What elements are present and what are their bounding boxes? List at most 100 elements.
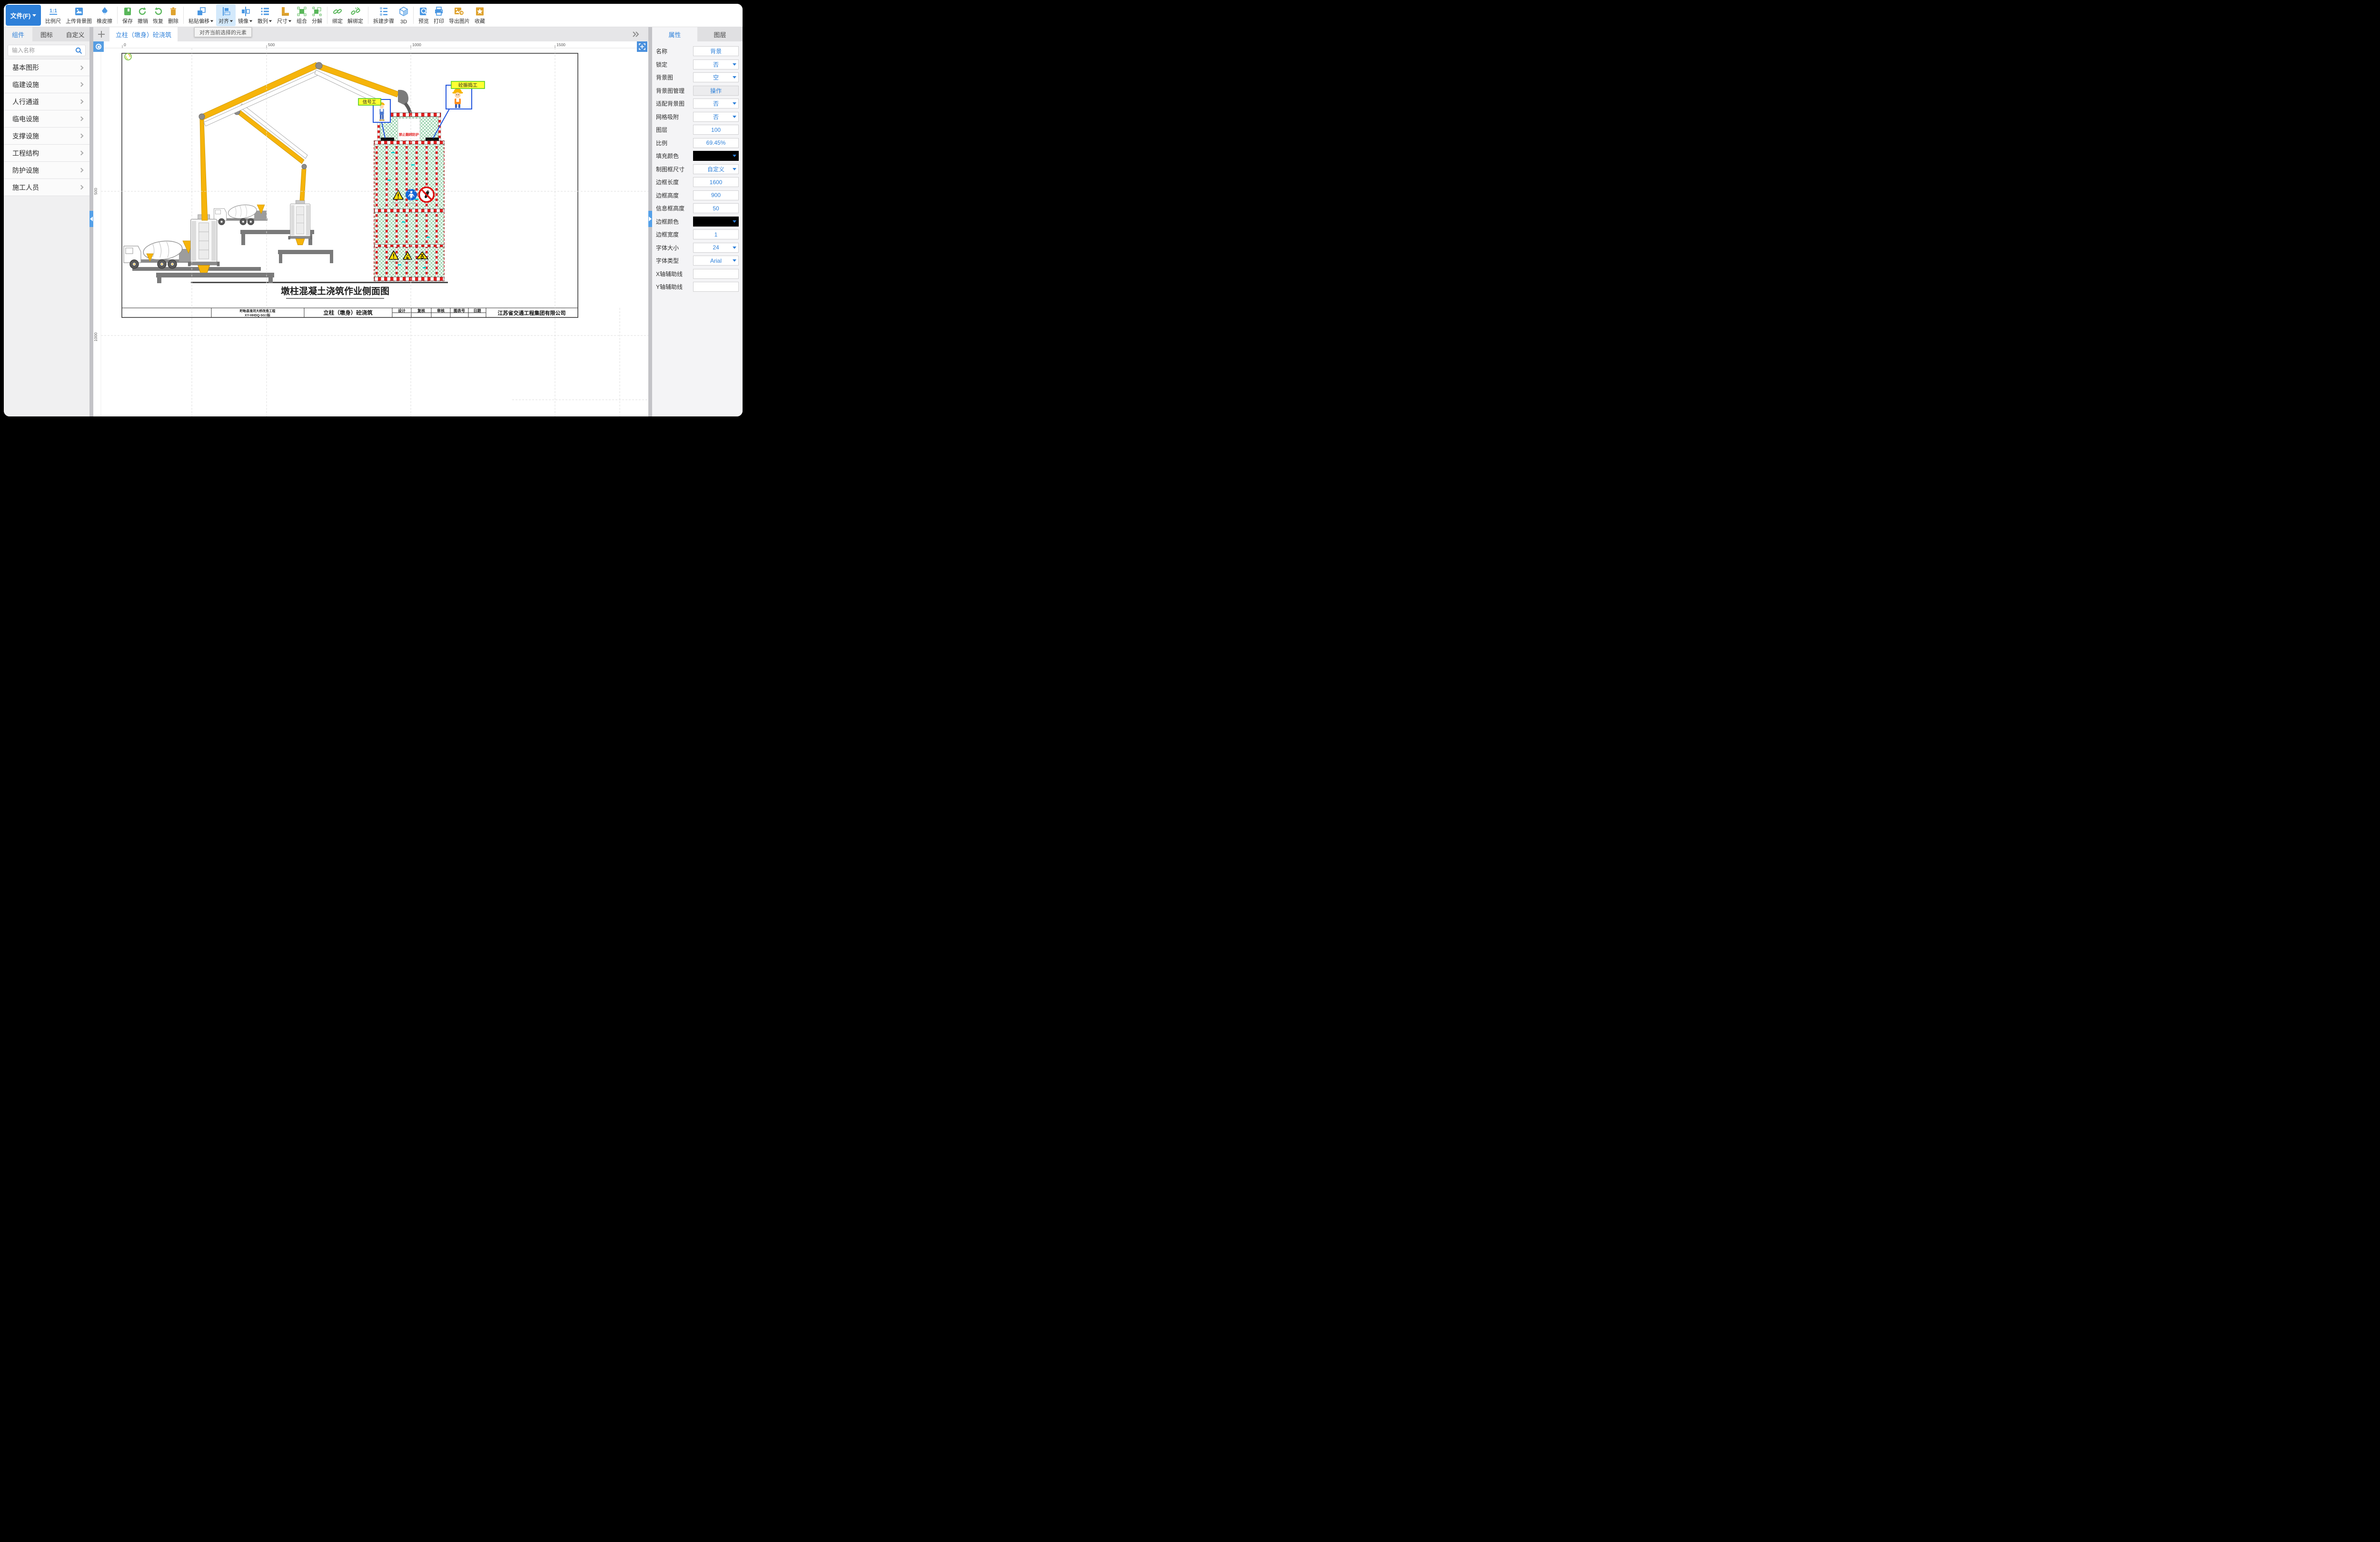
drawing-sheet[interactable] <box>122 53 578 317</box>
prop-label: 边框高度 <box>656 191 693 199</box>
prop-row-scale: 比例 <box>656 138 739 148</box>
collapse-right-panel-handle[interactable] <box>648 211 652 227</box>
toolbar-item-dimension[interactable]: 尺寸 <box>275 4 294 26</box>
info-height-field[interactable] <box>693 203 739 213</box>
category-label: 临建设施 <box>12 80 39 89</box>
border-height-field[interactable] <box>693 190 739 200</box>
sidebar-item-basic-shapes[interactable]: 基本图形 <box>4 59 89 76</box>
toolbar-item-eraser[interactable]: 橡皮擦 <box>94 4 115 26</box>
lock-select[interactable]: 否 <box>693 59 739 69</box>
layer-field[interactable] <box>693 125 739 135</box>
toolbar-item-delete[interactable]: 删除 <box>166 4 181 26</box>
toolbar-item-bind[interactable]: 绑定 <box>330 4 345 26</box>
background-image-select[interactable]: 空 <box>693 72 739 82</box>
tab-layers[interactable]: 图层 <box>697 27 743 41</box>
font-size-select[interactable]: 24 <box>693 243 739 253</box>
drawing-scene[interactable]: 禁止翻越防护 <box>93 41 648 416</box>
sheet-title-group[interactable]: 墩柱混凝土浇筑作业侧面图 <box>281 286 389 298</box>
search-input[interactable] <box>8 45 85 56</box>
name-input[interactable] <box>694 47 738 56</box>
toolbar-item-align[interactable]: 对齐 <box>216 4 236 26</box>
border-length-field[interactable] <box>693 177 739 187</box>
ground-line[interactable] <box>191 282 448 283</box>
top-ruler[interactable]: 0 500 1000 1500 <box>93 41 648 48</box>
background-manage-button[interactable]: 操作 <box>693 86 739 96</box>
tab-properties[interactable]: 属性 <box>652 27 697 41</box>
toolbar-item-print[interactable]: 打印 <box>431 4 446 26</box>
right-panel-divider[interactable] <box>648 27 652 416</box>
border-width-input[interactable] <box>694 230 738 239</box>
sidebar-item-walkways[interactable]: 人行通道 <box>4 93 89 110</box>
border-length-input[interactable] <box>694 178 738 187</box>
toolbar-item-3d[interactable]: 3D <box>397 4 411 26</box>
toolbar-item-label: 导出图片 <box>449 17 470 25</box>
toolbar-item-label: 删除 <box>168 17 178 25</box>
sidebar-tab-custom[interactable]: 自定义 <box>61 27 89 41</box>
toolbar-item-save[interactable]: 保存 <box>120 4 135 26</box>
pump-truck-rear-2[interactable] <box>288 200 312 245</box>
document-tab[interactable]: 立柱（墩身）砼浇筑 <box>109 27 178 41</box>
border-width-field[interactable] <box>693 229 739 239</box>
sidebar-search-row <box>4 41 89 59</box>
x-guide-field[interactable] <box>693 269 739 279</box>
layer-input[interactable] <box>694 125 738 134</box>
sidebar-item-engineering-structures[interactable]: 工程结构 <box>4 145 89 162</box>
preview-icon <box>419 7 428 16</box>
info-height-input[interactable] <box>694 204 738 213</box>
font-family-select[interactable]: Arial <box>693 256 739 266</box>
toolbar-item-mirror[interactable]: 镜像 <box>236 4 255 26</box>
document-tabbar: 立柱（墩身）砼浇筑 <box>93 27 648 41</box>
fit-background-select[interactable]: 否 <box>693 99 739 109</box>
border-height-input[interactable] <box>694 191 738 200</box>
sidebar-item-temp-facilities[interactable]: 临建设施 <box>4 76 89 93</box>
sidebar-item-protection-facilities[interactable]: 防护设施 <box>4 162 89 179</box>
prohibition-sign[interactable] <box>419 188 434 202</box>
add-tab-button[interactable] <box>93 27 109 41</box>
toolbar-item-build-steps[interactable]: 拆建步骤 <box>371 4 397 26</box>
name-field[interactable] <box>693 46 739 56</box>
toolbar-item-distribute[interactable]: 散列 <box>255 4 275 26</box>
toolbar-item-unbind[interactable]: 解绑定 <box>345 4 366 26</box>
mixer1-ground-bar[interactable] <box>132 267 261 271</box>
pump-truck-rear-1[interactable] <box>188 215 220 274</box>
category-label: 施工人员 <box>12 183 39 192</box>
frame-size-select[interactable]: 自定义 <box>693 164 739 174</box>
sidebar-item-temp-power[interactable]: 临电设施 <box>4 110 89 128</box>
fill-color-swatch[interactable] <box>693 151 739 161</box>
toolbar-item-ungroup[interactable]: 分解 <box>309 4 325 26</box>
toolbar-item-export-image[interactable]: 导出图片 <box>446 4 472 26</box>
grid-snap-select[interactable]: 否 <box>693 112 739 122</box>
undo-icon <box>138 7 148 16</box>
sidebar-tab-icons[interactable]: 图标 <box>32 27 61 41</box>
canvas-viewport[interactable]: 禁止翻越防护 <box>93 41 648 416</box>
sidebar-item-support-facilities[interactable]: 支撑设施 <box>4 128 89 145</box>
collapse-left-panel-handle[interactable] <box>89 211 93 227</box>
app-window: 文件(F) 1:1 比例尺 上传背景图 橡皮擦 保存 <box>4 4 743 416</box>
file-menu-button[interactable]: 文件(F) <box>6 5 41 26</box>
toolbar-item-upload-background[interactable]: 上传背景图 <box>63 4 94 26</box>
y-guide-input[interactable] <box>694 282 738 291</box>
toolbar-item-scale[interactable]: 1:1 比例尺 <box>43 4 63 26</box>
fit-to-screen-button[interactable] <box>637 41 647 52</box>
left-ruler[interactable]: 500 1000 <box>93 48 101 416</box>
scale-field[interactable] <box>693 138 739 148</box>
toolbar-item-favorite[interactable]: 收藏 <box>472 4 487 26</box>
chevron-down-icon <box>733 102 736 105</box>
toolbar-item-undo[interactable]: 撤销 <box>135 4 150 26</box>
border-color-swatch[interactable] <box>693 217 739 227</box>
toolbar-item-preview[interactable]: 预览 <box>416 4 431 26</box>
y-guide-field[interactable] <box>693 282 739 292</box>
toolbar-item-redo[interactable]: 恢复 <box>150 4 166 26</box>
toolbar-item-paste-offset[interactable]: 粘贴偏移 <box>186 4 216 26</box>
toolbar-item-label: 粘贴偏移 <box>188 17 209 25</box>
search-icon[interactable] <box>75 47 82 57</box>
sidebar-item-construction-workers[interactable]: 施工人员 <box>4 179 89 196</box>
left-panel-divider[interactable] <box>89 27 93 416</box>
tab-overflow-button[interactable] <box>632 27 640 41</box>
sidebar-tab-components[interactable]: 组件 <box>4 27 32 41</box>
mandatory-sign-safety-harness[interactable] <box>406 189 417 200</box>
ruler-origin-button[interactable] <box>93 41 104 52</box>
x-guide-input[interactable] <box>694 269 738 278</box>
toolbar-item-group[interactable]: 组合 <box>294 4 309 26</box>
scale-input[interactable] <box>694 138 738 148</box>
